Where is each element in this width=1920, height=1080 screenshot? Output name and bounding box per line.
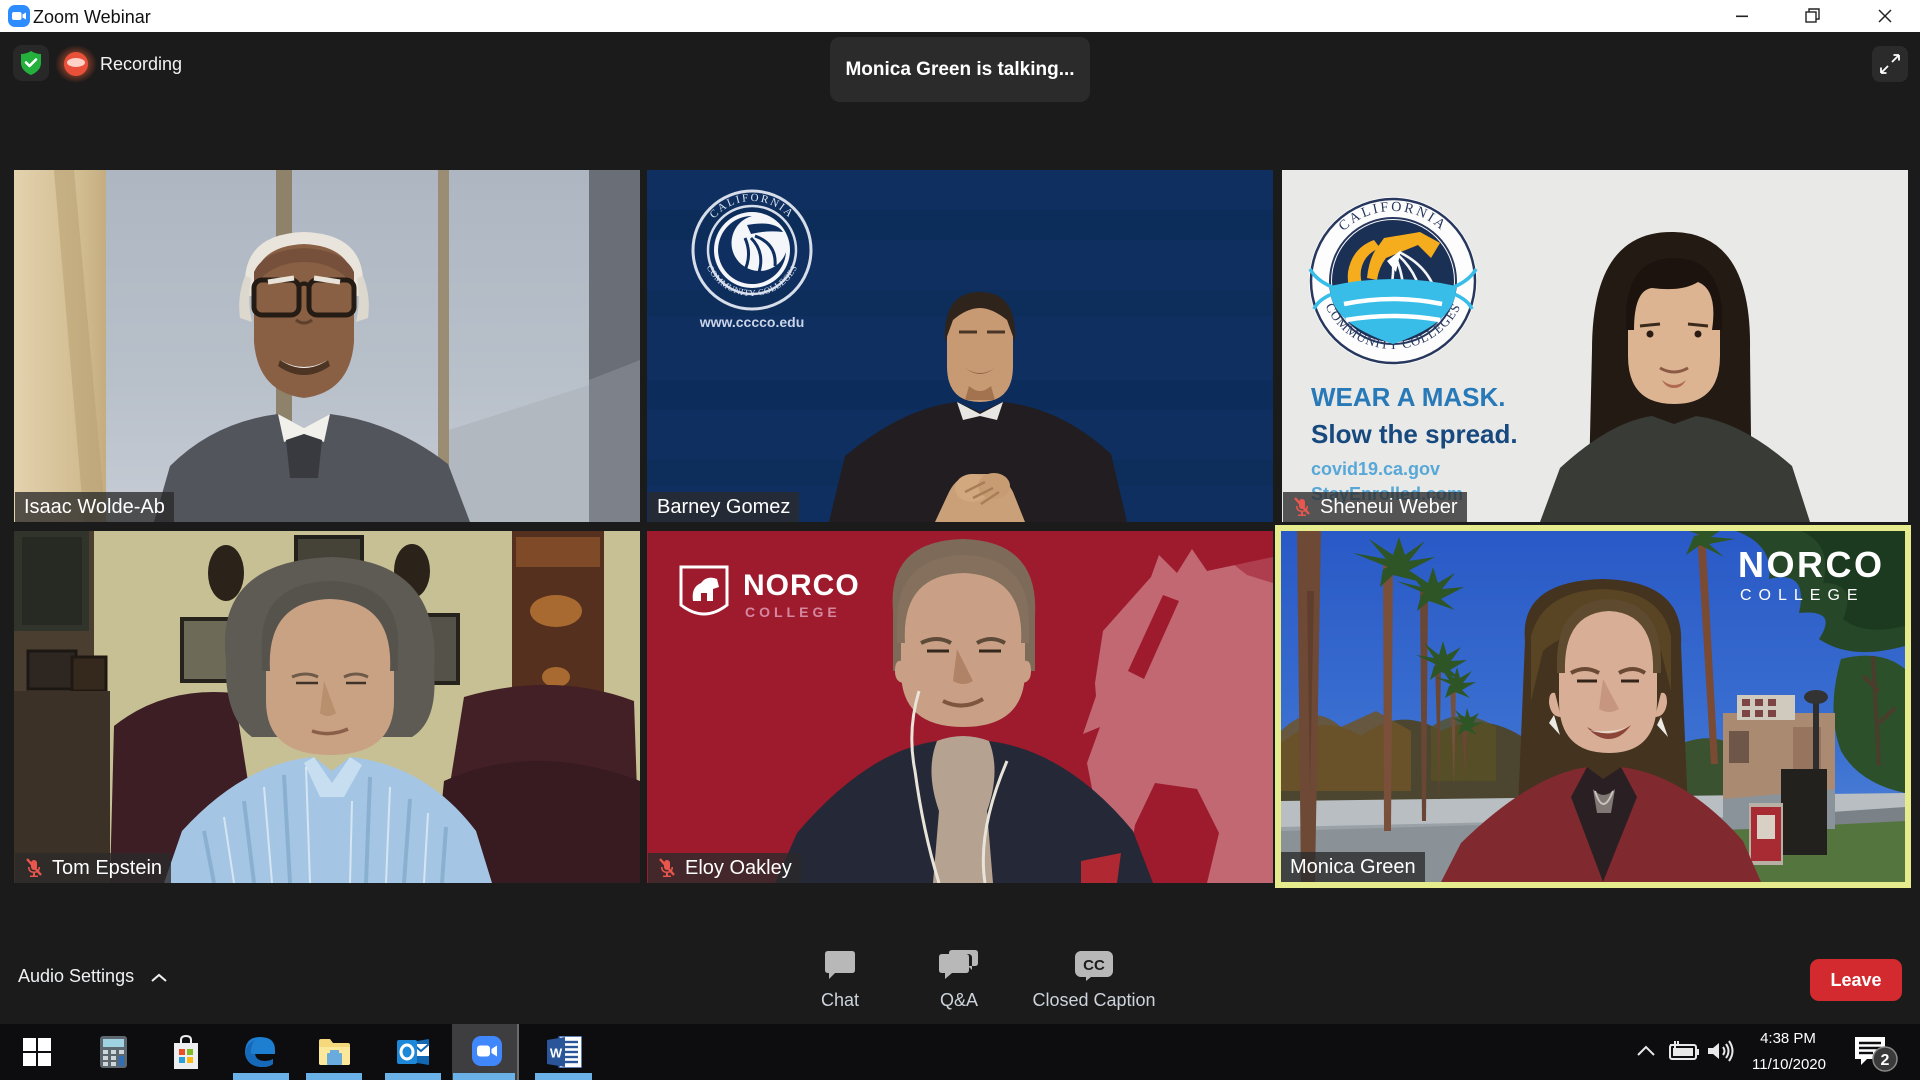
svg-text:WEAR A MASK.: WEAR A MASK.	[1311, 382, 1506, 412]
svg-text:covid19.ca.gov: covid19.ca.gov	[1311, 459, 1440, 479]
svg-text:NORCO: NORCO	[743, 569, 860, 602]
svg-text:COLLEGE: COLLEGE	[1740, 587, 1865, 604]
svg-text:Slow the spread.: Slow the spread.	[1311, 419, 1518, 449]
svg-text:NORCO: NORCO	[1738, 544, 1885, 585]
svg-text:W: W	[550, 1046, 563, 1061]
svg-text:2: 2	[1881, 1052, 1890, 1069]
svg-text:www.cccco.edu: www.cccco.edu	[699, 314, 805, 330]
svg-text:COLLEGE: COLLEGE	[745, 604, 841, 620]
svg-text:CC: CC	[1083, 957, 1105, 974]
